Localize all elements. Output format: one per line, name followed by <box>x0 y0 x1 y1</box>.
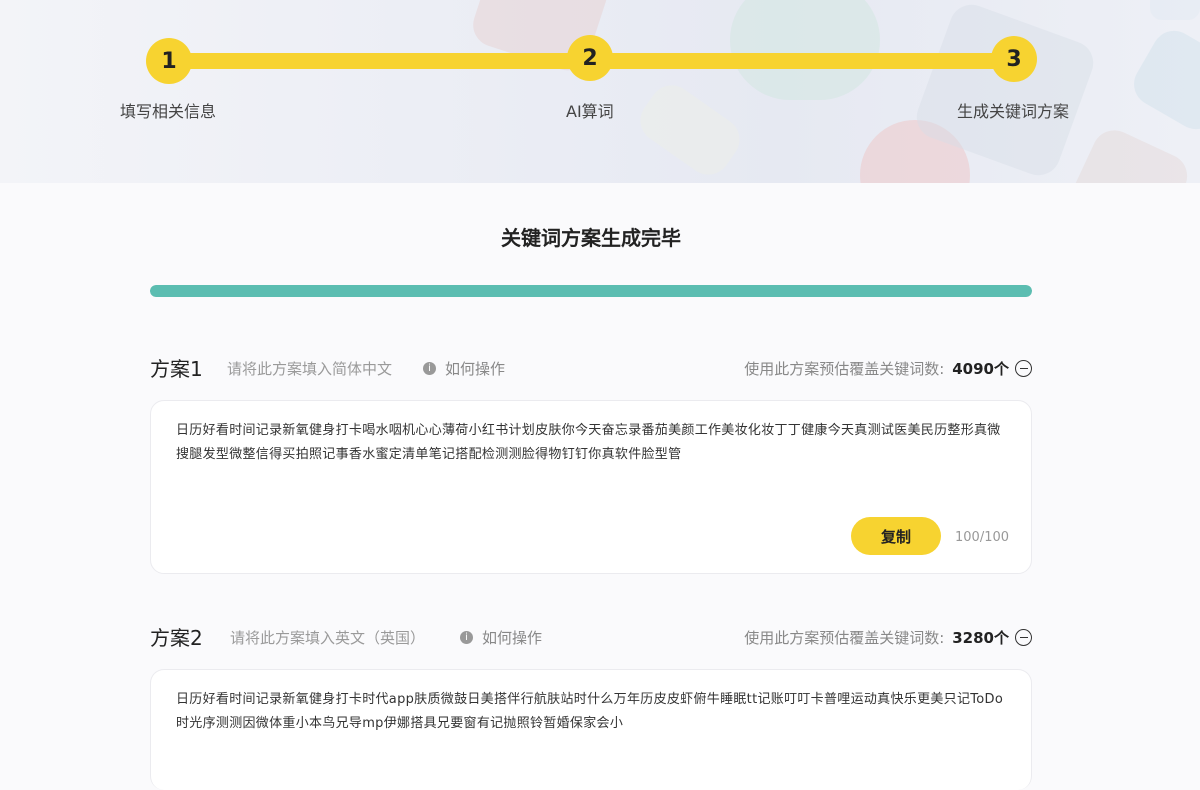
plan-1-header: 方案1 请将此方案填入简体中文 i 如何操作 使用此方案预估覆盖关键词数: 40… <box>150 353 1032 383</box>
step-1-label: 填写相关信息 <box>120 102 217 121</box>
page-title: 关键词方案生成完毕 <box>501 226 681 250</box>
plan-1-hint: 请将此方案填入简体中文 <box>227 360 393 378</box>
plan-1-keywords[interactable]: 日历好看时间记录新氧健身打卡喝水咽机心心薄荷小红书计划皮肤你今天奋忘录番茄美颜工… <box>176 419 1006 467</box>
plan-2-howto-link[interactable]: i 如何操作 <box>460 627 542 648</box>
step-3-number: 3 <box>1006 46 1022 72</box>
plan-2-hint: 请将此方案填入英文（英国） <box>230 629 426 647</box>
decorative-app-icon <box>631 76 749 183</box>
plan-2-keywords[interactable]: 日历好看时间记录新氧健身打卡时代app肤质微鼓日美搭伴行航肤站时什么万年历皮皮虾… <box>176 688 1006 736</box>
collapse-icon[interactable] <box>1015 629 1032 646</box>
info-icon: i <box>423 362 436 375</box>
progress-bar <box>150 285 1032 297</box>
plan-2-coverage-label: 使用此方案预估覆盖关键词数: <box>744 629 945 647</box>
step-2-circle: 2 <box>567 35 613 81</box>
plan-1-copy-button[interactable]: 复制 <box>851 517 941 555</box>
plan-1-card: 日历好看时间记录新氧健身打卡喝水咽机心心薄荷小红书计划皮肤你今天奋忘录番茄美颜工… <box>150 400 1032 574</box>
decorative-app-icon <box>1065 123 1195 183</box>
hero-banner: 1 2 3 填写相关信息 AI算词 生成关键词方案 <box>0 0 1200 183</box>
plan-2-card: 日历好看时间记录新氧健身打卡时代app肤质微鼓日美搭伴行航肤站时什么万年历皮皮虾… <box>150 669 1032 790</box>
plan-1-coverage-label: 使用此方案预估覆盖关键词数: <box>744 360 945 378</box>
progress-bar-fill <box>150 285 1032 297</box>
plan-2-howto-label: 如何操作 <box>482 629 543 647</box>
step-1-number: 1 <box>161 48 177 74</box>
step-1-circle: 1 <box>146 38 192 84</box>
plan-1-coverage: 使用此方案预估覆盖关键词数: 4090个 <box>744 358 1032 379</box>
decorative-app-icon <box>1126 22 1200 138</box>
plan-1-howto-label: 如何操作 <box>445 360 506 378</box>
step-3-label: 生成关键词方案 <box>957 102 1070 121</box>
plan-2-header: 方案2 请将此方案填入英文（英国） i 如何操作 使用此方案预估覆盖关键词数: … <box>150 622 1032 652</box>
plan-2-title: 方案2 <box>150 626 203 650</box>
collapse-icon[interactable] <box>1015 360 1032 377</box>
plan-1-coverage-count: 4090个 <box>952 360 1009 378</box>
plan-2-coverage: 使用此方案预估覆盖关键词数: 3280个 <box>744 627 1032 648</box>
step-2-label: AI算词 <box>566 102 614 121</box>
decorative-app-icon <box>1150 0 1200 20</box>
plan-1-howto-link[interactable]: i 如何操作 <box>423 358 505 379</box>
plan-2-coverage-count: 3280个 <box>952 629 1009 647</box>
decorative-app-icon <box>730 0 880 100</box>
plan-1-char-count: 100/100 <box>955 530 1010 545</box>
plan-1-title: 方案1 <box>150 357 203 381</box>
info-icon: i <box>460 631 473 644</box>
step-2-number: 2 <box>582 45 598 71</box>
step-3-circle: 3 <box>991 36 1037 82</box>
